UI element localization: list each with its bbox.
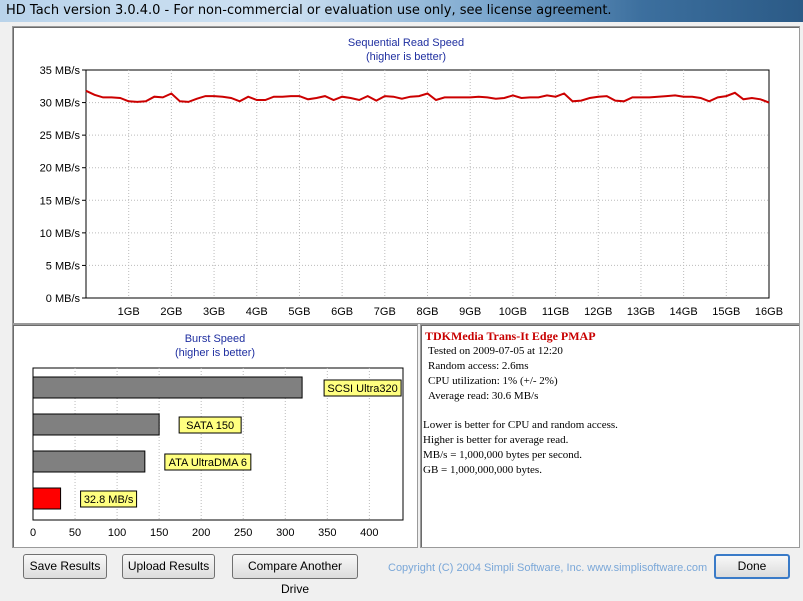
y-tick-label: 35 MB/s [40, 65, 81, 77]
y-tick-label: 20 MB/s [40, 163, 81, 175]
x-tick-label: 4GB [246, 306, 268, 318]
done-button[interactable]: Done [714, 554, 790, 579]
x-tick-label: 1GB [118, 306, 140, 318]
burst-bar [32, 487, 62, 510]
x-tick-label: 6GB [331, 306, 353, 318]
x-tick-label: 7GB [374, 306, 396, 318]
burst-bar-label: ATA UltraDMA 6 [169, 457, 247, 469]
sequential-read-panel: Sequential Read Speed (higher is better)… [12, 26, 800, 324]
burst-bar [32, 450, 146, 473]
y-tick-label: 0 MB/s [46, 293, 81, 305]
cpu-utilization: CPU utilization: 1% (+/- 2%) [428, 375, 558, 387]
burst-bar [32, 413, 160, 436]
burst-tick-label: 350 [318, 527, 336, 539]
x-tick-label: 8GB [416, 306, 438, 318]
burst-tick-label: 100 [108, 527, 126, 539]
note-mbs-definition: MB/s = 1,000,000 bytes per second. [423, 449, 582, 461]
y-tick-label: 25 MB/s [40, 130, 81, 142]
burst-tick-label: 150 [150, 527, 168, 539]
burst-bar-label: 32.8 MB/s [84, 494, 134, 506]
x-tick-label: 14GB [670, 306, 698, 318]
x-tick-label: 10GB [499, 306, 527, 318]
burst-bar-label: SCSI Ultra320 [327, 383, 397, 395]
burst-speed-panel: Burst Speed (higher is better) 0 50 100 150… [12, 324, 418, 548]
save-results-button[interactable]: Save Results [23, 554, 107, 579]
y-tick-label: 15 MB/s [40, 195, 81, 207]
x-tick-label: 12GB [584, 306, 612, 318]
x-tick-label: 16GB [755, 306, 783, 318]
upload-results-button[interactable]: Upload Results [122, 554, 215, 579]
burst-speed-chart: 0 50 100 150 200 250 300 350 400 SCSI Ultra320 SAT… [30, 367, 404, 539]
tested-date: Tested on 2009-07-05 at 12:20 [428, 345, 563, 357]
x-tick-label: 5GB [288, 306, 310, 318]
x-tick-label: 11GB [542, 306, 569, 318]
x-tick-label: 9GB [459, 306, 481, 318]
note-lower-better: Lower is better for CPU and random acces… [423, 419, 618, 431]
burst-tick-label: 400 [360, 527, 378, 539]
random-access: Random access: 2.6ms [428, 360, 529, 372]
note-gb-definition: GB = 1,000,000,000 bytes. [423, 464, 542, 476]
y-tick-label: 5 MB/s [46, 260, 81, 272]
copyright-text: Copyright (C) 2004 Simpli Software, Inc.… [388, 562, 708, 574]
y-tick-label: 30 MB/s [40, 98, 81, 110]
x-tick-label: 13GB [627, 306, 655, 318]
average-read: Average read: 30.6 MB/s [428, 390, 539, 402]
x-tick-label: 15GB [712, 306, 740, 318]
compare-another-drive-button[interactable]: Compare Another Drive [232, 554, 358, 596]
burst-tick-label: 0 [30, 527, 36, 539]
title-bar: HD Tach version 3.0.4.0 - For non-commer… [0, 0, 803, 22]
burst-bar [32, 376, 303, 399]
note-higher-better: Higher is better for average read. [423, 434, 569, 446]
burst-tick-label: 300 [276, 527, 294, 539]
burst-tick-label: 250 [234, 527, 252, 539]
burst-tick-label: 200 [192, 527, 210, 539]
drive-name: TDKMedia Trans-It Edge PMAP [425, 329, 596, 343]
window-title: HD Tach version 3.0.4.0 - For non-commer… [6, 3, 612, 18]
x-tick-label: 2GB [160, 306, 182, 318]
burst-bar-label: SATA 150 [186, 420, 234, 432]
burst-tick-label: 50 [69, 527, 81, 539]
drive-info-panel: TDKMedia Trans-It Edge PMAP Tested on 20… [420, 324, 800, 548]
sequential-read-chart: 0 MB/s 5 MB/s 10 MB/s 15 MB/s 20 MB/s 25 MB/s… [40, 65, 783, 318]
x-tick-label: 3GB [203, 306, 225, 318]
y-tick-label: 10 MB/s [40, 228, 81, 240]
